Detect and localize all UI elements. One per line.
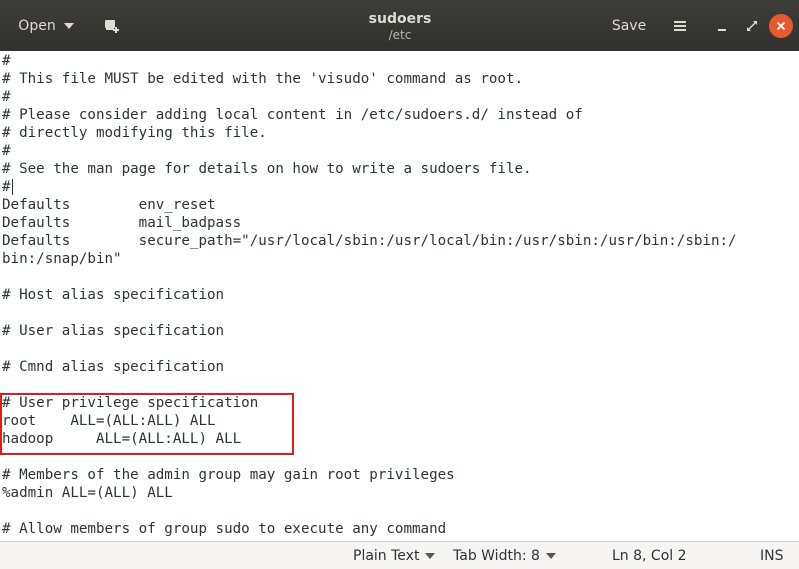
minimize-icon <box>718 29 726 31</box>
window-subtitle: /etc <box>388 28 412 42</box>
editor-line: # This file MUST be edited with the 'vis… <box>2 71 524 87</box>
header-bar: Open sudoers /etc Save <box>0 0 799 51</box>
editor-line: bin:/snap/bin" <box>2 251 122 267</box>
save-button[interactable]: Save <box>604 12 654 40</box>
editor-line: # Members of the admin group may gain ro… <box>2 467 455 483</box>
chevron-down-icon <box>63 23 74 29</box>
tab-width-selector[interactable]: Tab Width: 8 <box>453 542 556 569</box>
editor-line: # <box>2 53 11 69</box>
open-button[interactable]: Open <box>10 9 82 43</box>
insert-mode-indicator: INS <box>760 547 784 564</box>
editor-line-text: # <box>2 179 11 195</box>
editor-line: %admin ALL=(ALL) ALL <box>2 485 173 501</box>
editor-line: # Cmnd alias specification <box>2 359 225 375</box>
text-editor[interactable]: # # This file MUST be edited with the 'v… <box>0 51 799 541</box>
language-selector[interactable]: Plain Text <box>353 542 436 569</box>
editor-line: # directly modifying this file. <box>2 125 267 141</box>
chevron-down-icon <box>425 552 436 559</box>
new-document-icon <box>105 20 119 33</box>
editor-line: # Host alias specification <box>2 287 225 303</box>
editor-line: # Please consider adding local content i… <box>2 107 583 123</box>
menu-button[interactable] <box>668 13 692 39</box>
editor-line: # Allow members of group sudo to execute… <box>2 521 447 537</box>
text-cursor <box>11 179 13 195</box>
minimize-button[interactable] <box>710 13 734 39</box>
maximize-icon <box>747 21 757 31</box>
window-title-area: sudoers /etc <box>300 10 500 43</box>
editor-line: Defaults mail_badpass <box>2 215 242 231</box>
editor-line: Defaults env_reset <box>2 197 216 213</box>
editor-line: Defaults secure_path="/usr/local/sbin:/u… <box>2 233 737 249</box>
annotation-highlight-box <box>0 393 294 455</box>
window-title: sudoers <box>368 11 432 27</box>
editor-line: # See the man page for details on how to… <box>2 161 532 177</box>
editor-line: # <box>2 89 11 105</box>
chevron-down-icon <box>545 552 556 559</box>
tab-width-label: Tab Width: 8 <box>453 547 540 564</box>
cursor-position[interactable]: Ln 8, Col 2 <box>612 542 687 569</box>
close-icon <box>776 21 786 31</box>
open-button-label: Open <box>18 18 56 34</box>
editor-line-with-cursor: # <box>2 178 13 196</box>
status-bar: Plain Text Tab Width: 8 Ln 8, Col 2 INS <box>0 541 799 569</box>
new-document-button[interactable] <box>98 13 126 39</box>
close-button[interactable] <box>769 14 793 38</box>
editor-line: # <box>2 143 11 159</box>
hamburger-menu-icon <box>674 21 686 31</box>
language-label: Plain Text <box>353 547 420 564</box>
maximize-button[interactable] <box>740 13 764 39</box>
editor-line: # User alias specification <box>2 323 225 339</box>
